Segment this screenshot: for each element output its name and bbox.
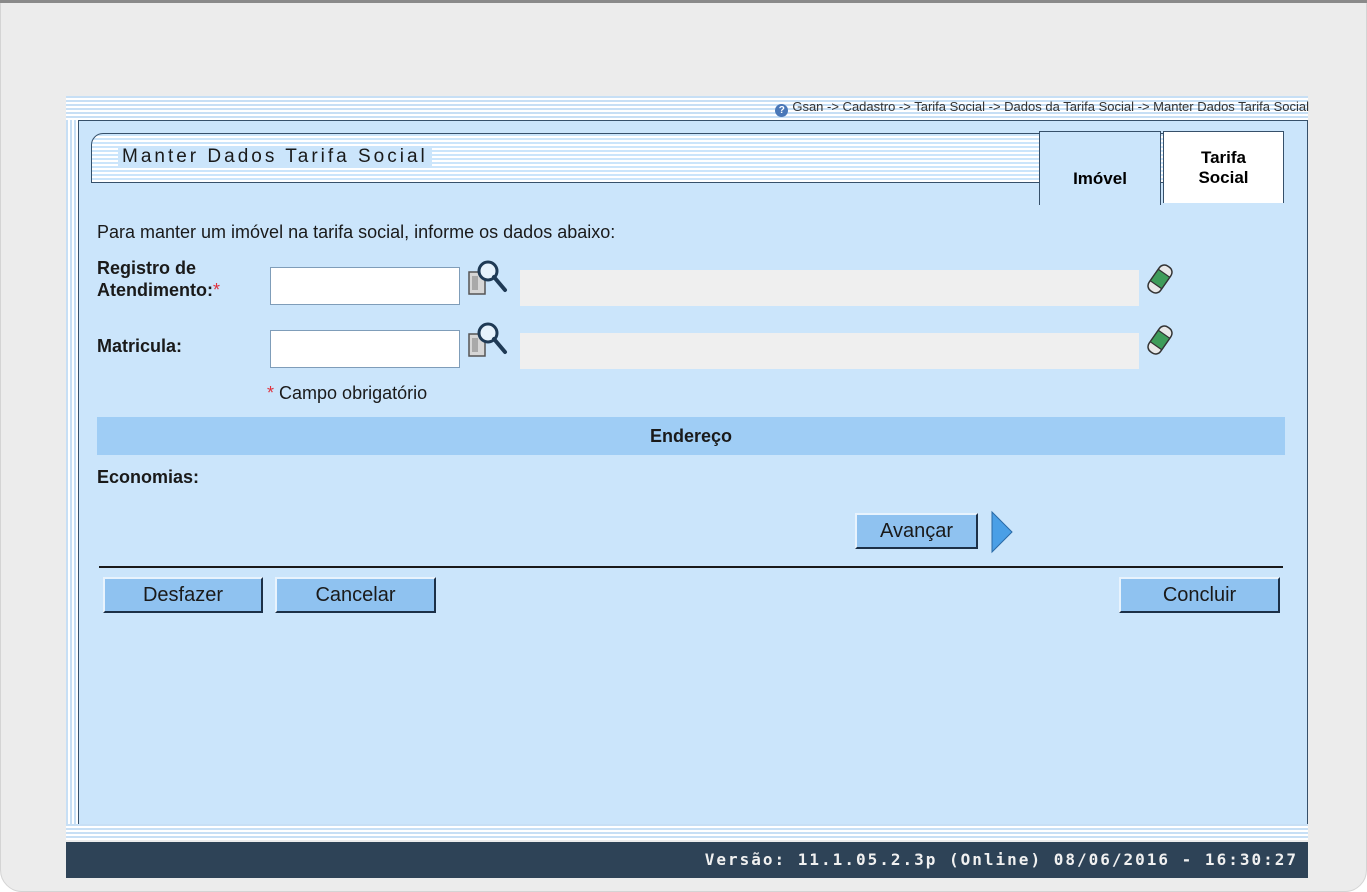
required-note-marker: * [267, 383, 275, 403]
help-icon[interactable]: ? [775, 104, 789, 117]
magnifier-icon[interactable] [467, 258, 511, 298]
matricula-label: Matricula: [97, 336, 183, 356]
endereco-section-header: Endereço [97, 417, 1285, 455]
arrow-right-icon[interactable] [990, 510, 1014, 554]
top-border [0, 0, 1367, 3]
avancar-button[interactable]: Avançar [855, 513, 978, 549]
eraser-icon[interactable] [1147, 323, 1173, 357]
eraser-icon[interactable] [1147, 262, 1173, 296]
matricula-description [520, 333, 1139, 369]
breadcrumb: ? Gsan -> Cadastro -> Tarifa Social -> Da… [775, 98, 1309, 117]
required-marker: * [213, 280, 221, 300]
matricula-input[interactable] [270, 330, 460, 368]
instructions-text: Para manter um imóvel na tarifa social, … [97, 222, 616, 242]
page-title: Manter Dados Tarifa Social [118, 146, 432, 168]
tab-tarifa-label-line1: Tarifa [1200, 147, 1247, 167]
tab-tarifa-label-line2: Social [1198, 167, 1249, 187]
registro-atendimento-description [520, 270, 1139, 306]
magnifier-icon[interactable] [467, 320, 511, 360]
registro-label-line1: Registro de [97, 258, 197, 278]
tab-tarifa-social-label: Tarifa Social [1198, 148, 1248, 188]
tab-imovel[interactable]: Imóvel [1039, 131, 1161, 205]
required-note-text: Campo obrigatório [279, 383, 428, 403]
required-note: * Campo obrigatório [267, 383, 427, 404]
desfazer-button[interactable]: Desfazer [103, 577, 263, 613]
version-footer: Versão: 11.1.05.2.3p (Online) 08/06/2016… [66, 842, 1308, 878]
main-panel: Manter Dados Tarifa Social Imóvel Tarifa… [78, 120, 1308, 826]
footer-stripes [66, 824, 1308, 840]
actions-divider [99, 566, 1283, 568]
concluir-button[interactable]: Concluir [1119, 577, 1280, 613]
registro-label: Registro de Atendimento:* [97, 257, 220, 301]
tab-tarifa-social[interactable]: Tarifa Social [1163, 131, 1284, 203]
breadcrumb-path: Gsan -> Cadastro -> Tarifa Social -> Dad… [792, 99, 1309, 114]
registro-label-line2: Atendimento: [97, 280, 213, 300]
tab-imovel-label: Imóvel [1073, 168, 1127, 188]
registro-atendimento-input[interactable] [270, 267, 460, 305]
cancelar-button[interactable]: Cancelar [275, 577, 436, 613]
left-stripe-bar [66, 120, 78, 828]
economias-label: Economias: [97, 467, 200, 487]
